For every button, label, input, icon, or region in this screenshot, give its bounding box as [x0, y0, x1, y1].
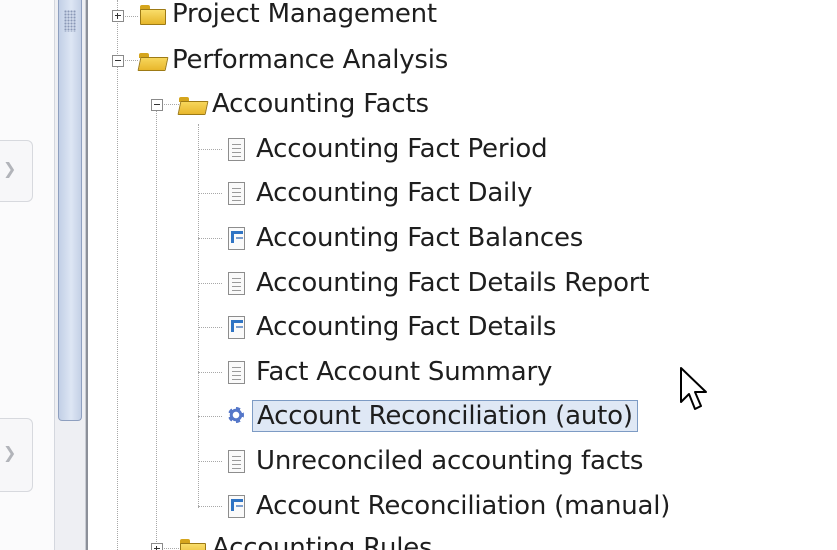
expand-toggle[interactable]	[112, 10, 124, 22]
mouse-pointer-icon	[680, 367, 707, 410]
tree-item-label: Accounting Fact Period	[256, 134, 548, 164]
expand-toggle[interactable]	[151, 543, 163, 550]
left-panel-upper: ❯	[0, 0, 55, 392]
tree-item-label: Unreconciled accounting facts	[256, 446, 644, 476]
tree-item-accounting-fact-period[interactable]: Accounting Fact Period	[222, 129, 548, 169]
tree-node-accounting-rules[interactable]: Accounting Rules	[178, 528, 433, 550]
process-gear-icon	[222, 404, 250, 428]
tree-item-label: Accounting Fact Details Report	[256, 268, 650, 298]
collapsed-panel-edge[interactable]: ❯	[0, 140, 33, 202]
report-icon	[222, 360, 250, 384]
left-pane: ❯ ❯	[0, 0, 86, 550]
tree-node-performance-analysis[interactable]: Performance Analysis	[138, 40, 448, 80]
tree-item-label: Account Reconciliation (manual)	[256, 491, 671, 521]
chevron-right-icon: ❯	[3, 443, 17, 462]
folder-closed-icon	[178, 536, 206, 550]
folder-open-icon	[178, 92, 206, 116]
tree-node-project-management[interactable]: Project Management	[138, 0, 437, 34]
collapse-toggle[interactable]	[151, 99, 163, 111]
report-icon	[222, 449, 250, 473]
tree-node-label: Performance Analysis	[172, 45, 449, 75]
folder-closed-icon	[138, 2, 166, 26]
window-icon	[222, 226, 250, 250]
tree-node-label: Project Management	[172, 0, 437, 29]
tree-item-account-reconciliation-auto[interactable]: Account Reconciliation (auto)	[222, 396, 638, 436]
tree-item-account-reconciliation-manual[interactable]: Account Reconciliation (manual)	[222, 486, 670, 526]
tree-node-accounting-facts[interactable]: Accounting Facts	[178, 84, 429, 124]
tree-item-fact-account-summary[interactable]: Fact Account Summary	[222, 352, 552, 392]
tree-item-accounting-fact-daily[interactable]: Accounting Fact Daily	[222, 173, 532, 213]
report-icon	[222, 137, 250, 161]
report-icon	[222, 181, 250, 205]
window-icon	[222, 494, 250, 518]
window-icon	[222, 315, 250, 339]
left-panel-lower: ❯	[0, 392, 55, 550]
collapsed-panel-edge[interactable]: ❯	[0, 418, 33, 492]
tree-item-accounting-fact-details[interactable]: Accounting Fact Details	[222, 307, 556, 347]
tree-node-label: Accounting Rules	[212, 533, 433, 550]
folder-open-icon	[138, 48, 166, 72]
tree-item-accounting-fact-balances[interactable]: Accounting Fact Balances	[222, 218, 583, 258]
tree-item-label: Fact Account Summary	[256, 357, 553, 387]
tree-item-label: Accounting Fact Daily	[256, 178, 533, 208]
chevron-right-icon: ❯	[3, 159, 17, 178]
report-icon	[222, 271, 250, 295]
tree-item-label-selected: Account Reconciliation (auto)	[252, 400, 638, 432]
collapse-toggle[interactable]	[112, 55, 124, 67]
vertical-scrollbar[interactable]	[54, 0, 86, 550]
menu-tree: Project Management Performance Analysis …	[88, 0, 837, 550]
tree-item-label: Accounting Fact Balances	[256, 223, 584, 253]
scrollbar-thumb[interactable]	[58, 0, 82, 421]
tree-item-label: Accounting Fact Details	[256, 312, 557, 342]
tree-node-label: Accounting Facts	[212, 89, 429, 119]
grip-icon	[64, 10, 76, 32]
tree-item-accounting-fact-details-report[interactable]: Accounting Fact Details Report	[222, 263, 649, 303]
tree-item-unreconciled-accounting-facts[interactable]: Unreconciled accounting facts	[222, 441, 643, 481]
